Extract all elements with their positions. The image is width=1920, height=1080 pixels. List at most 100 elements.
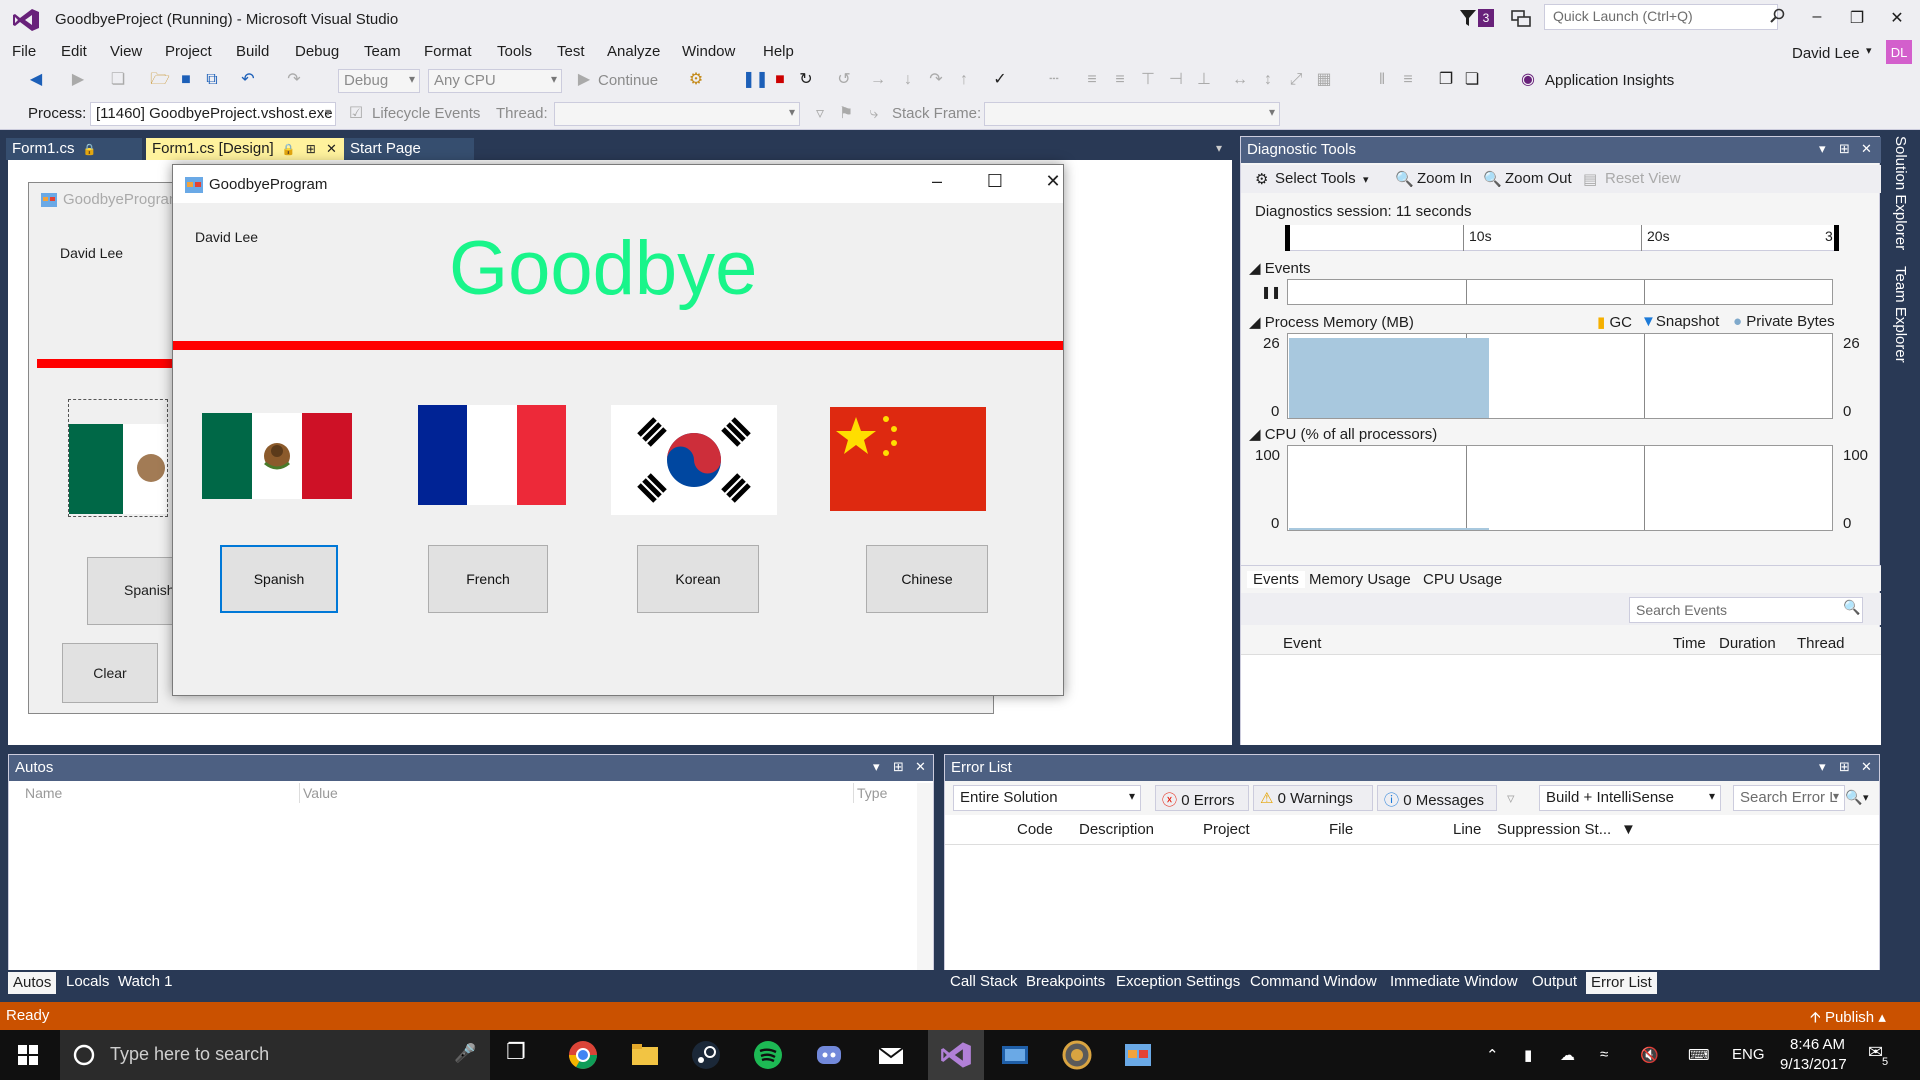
user-name[interactable]: David Lee (1792, 45, 1860, 62)
filter-icon[interactable]: ▿ (810, 104, 830, 124)
column-project[interactable]: Project (1203, 821, 1250, 838)
tab-team-explorer[interactable]: Team Explorer (1892, 266, 1909, 363)
menu-analyze[interactable]: Analyze (607, 43, 660, 60)
windows-start-icon[interactable] (18, 1045, 38, 1065)
redo-icon[interactable]: ↷ (284, 70, 304, 90)
restart-icon[interactable]: ↻ (796, 70, 816, 90)
menu-project[interactable]: Project (165, 43, 212, 60)
french-button[interactable]: French (428, 545, 548, 613)
align-middles-icon[interactable]: ⊣ (1166, 70, 1186, 90)
forward-icon[interactable]: ▶ (68, 70, 88, 90)
save-icon[interactable]: ■ (176, 70, 196, 90)
reset-view-button[interactable]: Reset View (1605, 170, 1681, 187)
notification-count[interactable]: 3 (1478, 9, 1494, 27)
tab-events[interactable]: Events (1247, 571, 1305, 588)
chevron-down-icon[interactable]: ▾ (1819, 141, 1826, 157)
clear-filter-icon[interactable]: ▿ (1507, 789, 1515, 807)
steam-icon[interactable] (690, 1039, 722, 1071)
process-picker-icon[interactable]: ⚙ (686, 70, 706, 90)
bring-to-front-icon[interactable]: ❐ (1436, 70, 1456, 90)
close-icon[interactable]: ✕ (915, 759, 926, 775)
chevron-down-icon[interactable]: ▾ (1866, 44, 1872, 57)
feedback-icon[interactable] (1510, 9, 1532, 29)
mail-icon[interactable] (875, 1039, 907, 1071)
menu-window[interactable]: Window (682, 43, 735, 60)
column-thread[interactable]: Thread (1797, 635, 1845, 652)
column-duration[interactable]: Duration (1719, 635, 1776, 652)
align-rights-icon[interactable]: ≡ (1110, 70, 1130, 90)
pin-icon[interactable]: ⊞ (1839, 759, 1850, 775)
game-app-icon[interactable] (1061, 1039, 1093, 1071)
memory-section-label[interactable]: ◢ Process Memory (MB) (1249, 313, 1414, 331)
stack-frame-icon[interactable]: ⤷ (864, 104, 884, 124)
solution-config-select[interactable]: Debug (338, 69, 420, 93)
tab-immediate-window[interactable]: Immediate Window (1390, 973, 1518, 990)
menu-view[interactable]: View (110, 43, 142, 60)
chevron-down-icon[interactable]: ▾ (873, 759, 880, 775)
vertical-spacing-icon[interactable]: ≡ (1398, 70, 1418, 90)
continue-button[interactable]: Continue (598, 72, 658, 89)
search-icon[interactable]: 🔍 (1843, 599, 1860, 616)
messages-filter-button[interactable]: ⓘ 0 Messages (1377, 785, 1497, 811)
show-next-statement-icon[interactable]: → (868, 70, 888, 90)
menu-tools[interactable]: Tools (497, 43, 532, 60)
application-insights-button[interactable]: Application Insights (1545, 72, 1674, 89)
publish-button[interactable]: 🡩 Publish ▴ (1810, 1007, 1886, 1032)
south-korea-flag[interactable] (611, 405, 777, 515)
minimize-icon[interactable]: – (1802, 8, 1832, 30)
build-filter-select[interactable]: Build + IntelliSense (1539, 785, 1721, 811)
pin-icon[interactable]: ⊞ (1839, 141, 1850, 157)
taskbar-search-box[interactable]: Type here to search 🎤 (60, 1030, 490, 1080)
step-over-icon[interactable]: ↷ (926, 70, 946, 90)
column-line[interactable]: Line (1453, 821, 1481, 838)
quick-launch-input[interactable]: Quick Launch (Ctrl+Q) (1544, 4, 1778, 30)
chevron-down-icon[interactable]: ▾ (1819, 759, 1826, 775)
menu-help[interactable]: Help (763, 43, 794, 60)
column-time[interactable]: Time (1673, 635, 1706, 652)
tab-locals[interactable]: Locals (66, 973, 109, 990)
platform-select[interactable]: Any CPU (428, 69, 562, 93)
menu-team[interactable]: Team (364, 43, 401, 60)
maximize-icon[interactable]: ☐ (975, 171, 1015, 197)
chevron-down-icon[interactable]: ▾ (1363, 173, 1369, 186)
lifecycle-events-button[interactable]: Lifecycle Events (372, 105, 480, 122)
mexico-flag[interactable] (202, 413, 352, 499)
timeline-ruler[interactable]: 10s 20s 3 (1285, 225, 1839, 251)
send-to-back-icon[interactable]: ❏ (1462, 70, 1482, 90)
close-icon[interactable]: ✕ (326, 141, 337, 156)
designer-spanish-button[interactable]: Spanish (87, 557, 177, 625)
new-project-icon[interactable]: ❏ (108, 70, 128, 90)
flag-threads-icon[interactable]: ⚑ (836, 104, 856, 124)
scope-select[interactable]: Entire Solution (953, 785, 1141, 811)
tab-call-stack[interactable]: Call Stack (950, 973, 1018, 990)
open-folder-icon[interactable]: 🗁 (150, 70, 170, 90)
menu-file[interactable]: File (12, 43, 36, 60)
minimize-icon[interactable]: – (917, 171, 957, 197)
tab-form1-design[interactable]: Form1.cs [Design] 🔒 ⊞ ✕ (146, 138, 344, 160)
clock-date[interactable]: 9/13/2017 (1780, 1056, 1847, 1073)
chinese-button[interactable]: Chinese (866, 545, 988, 613)
horizontal-spacing-icon[interactable]: ‖ (1372, 70, 1392, 90)
stop-icon[interactable]: ■ (770, 70, 790, 90)
zoom-in-icon[interactable]: 🔍 (1395, 170, 1414, 188)
file-explorer-icon[interactable] (629, 1039, 661, 1071)
events-grid-body[interactable] (1241, 655, 1881, 745)
designer-clear-button[interactable]: Clear (62, 643, 158, 703)
column-suppression-state[interactable]: Suppression St... (1497, 821, 1611, 838)
cpu-section-label[interactable]: ◢ CPU (% of all processors) (1249, 425, 1437, 443)
step-out-icon[interactable]: ↑ (954, 70, 974, 90)
onedrive-icon[interactable]: ☁ (1560, 1046, 1575, 1064)
undo-icon[interactable]: ↶ (238, 70, 258, 90)
column-file[interactable]: File (1329, 821, 1353, 838)
scrollbar[interactable] (917, 783, 933, 989)
search-icon[interactable] (1770, 8, 1786, 24)
menu-debug[interactable]: Debug (295, 43, 339, 60)
tab-memory-usage[interactable]: Memory Usage (1309, 571, 1411, 588)
zoom-out-button[interactable]: Zoom Out (1505, 170, 1572, 187)
china-flag[interactable] (830, 407, 986, 511)
lifecycle-icon[interactable]: ☑ (346, 104, 366, 124)
reset-view-icon[interactable]: ▤ (1583, 170, 1597, 188)
close-icon[interactable]: ✕ (1861, 141, 1872, 157)
tab-command-window[interactable]: Command Window (1250, 973, 1377, 990)
tab-autos[interactable]: Autos (8, 972, 57, 994)
